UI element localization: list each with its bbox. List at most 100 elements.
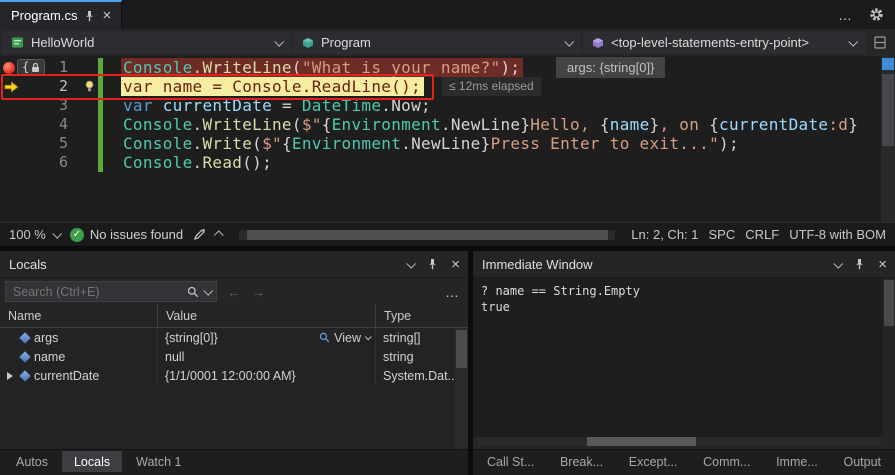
code-cleanup-icon[interactable] [193,228,206,241]
line-number: 3 [58,96,68,114]
code-text[interactable]: Console.Read(); [102,153,275,172]
code-line[interactable]: 2 var name = Console.ReadLine(); ≤ 12ms e… [0,77,895,96]
close-icon[interactable]: × [878,257,887,272]
issues-label: No issues found [89,227,184,242]
code-line[interactable]: 3 var currentDate = DateTime.Now; [0,96,895,115]
editor-horizontal-scrollbar[interactable] [239,229,616,240]
chevron-down-icon[interactable] [203,285,214,296]
code-text[interactable]: Console.WriteLine($"{Environment.NewLine… [102,115,861,134]
issues-indicator[interactable]: ✓ No issues found [69,227,184,242]
back-arrow-icon[interactable]: ← [227,284,241,300]
immediate-line: true [481,300,510,314]
change-tracking-margin [68,96,103,115]
breakpoint-margin[interactable] [0,77,44,96]
member-dropdown[interactable]: <top-level-statements-entry-point> [583,31,865,54]
immediate-header[interactable]: Immediate Window × [473,251,895,278]
editor-status-bar: 100 % ✓ No issues found Ln: 2, Ch: 1 SPC… [0,222,895,246]
tab-output[interactable]: Output [841,451,883,472]
split-window-icon[interactable] [867,31,893,54]
expand-arrow-icon[interactable] [4,371,16,380]
scrollbar-thumb[interactable] [882,74,894,146]
scrollbar-thumb[interactable] [456,330,467,368]
encoding-indicator[interactable]: UTF-8 with BOM [789,227,886,242]
immediate-panel: Immediate Window × ? name == String.Empt… [473,251,895,475]
immediate-line: ? name == String.Empty [481,284,640,298]
tab-immediate[interactable]: Imme... [774,451,820,472]
gear-icon[interactable] [869,7,884,22]
code-line[interactable]: 5 Console.Write($"{Environment.NewLine}P… [0,134,895,153]
tab-breakpoints[interactable]: Break... [558,451,605,472]
pin-icon[interactable] [84,10,95,22]
pin-icon[interactable] [427,258,438,270]
tab-program-cs[interactable]: Program.cs × [0,0,123,29]
vs-window: Program.cs × … HelloWorld Program <top-l… [0,0,895,475]
chevron-up-icon[interactable] [213,230,224,241]
table-row[interactable]: currentDate {1/1/0001 12:00:00 AM} Syste… [0,366,468,385]
chevron-down-icon [564,36,575,47]
variable-value: {1/1/0001 12:00:00 AM} [165,368,296,383]
locals-vertical-scrollbar[interactable] [455,328,468,449]
column-header-value[interactable]: Value [158,305,376,327]
table-row[interactable]: name null string [0,347,468,366]
immediate-horizontal-scrollbar[interactable] [478,437,881,446]
change-tracking-margin [68,58,103,77]
pin-icon[interactable] [854,258,865,270]
code-text[interactable]: Console.WriteLine("What is your name?"); [102,58,524,77]
tab-command[interactable]: Comm... [701,451,752,472]
breakpoint-margin[interactable]: { [0,58,46,77]
datatip-args[interactable]: args: {string[0]} [556,57,666,78]
code-line[interactable]: 6 Console.Read(); [0,153,895,172]
tab-exceptions[interactable]: Except... [627,451,680,472]
scrollbar-thumb[interactable] [884,280,894,326]
close-icon[interactable]: × [451,257,460,272]
class-icon [302,37,314,49]
code-line[interactable]: 4 Console.WriteLine($"{Environment.NewLi… [0,115,895,134]
column-header-type[interactable]: Type [376,305,468,327]
view-link[interactable]: View [319,331,372,345]
type-dropdown[interactable]: Program [293,31,581,54]
code-editor[interactable]: { 1 Console.WriteLine("What is your name… [0,56,895,222]
locals-header[interactable]: Locals × [0,251,468,278]
cursor-position[interactable]: Ln: 2, Ch: 1 [631,227,698,242]
window-position-icon[interactable] [406,258,417,269]
column-header-name[interactable]: Name [0,305,158,327]
current-statement-highlight[interactable]: var name = Console.ReadLine(); [121,77,424,96]
scrollbar-thumb[interactable] [246,229,608,240]
breakpoint-line-highlight[interactable]: Console.WriteLine("What is your name?"); [121,58,524,77]
close-tab-icon[interactable]: × [102,8,111,23]
tab-call-stack[interactable]: Call St... [485,451,536,472]
window-position-icon[interactable] [833,258,844,269]
zoom-control[interactable]: 100 % [9,227,63,242]
line-ending-indicator[interactable]: CRLF [745,227,779,242]
tab-overflow-icon[interactable]: … [838,7,853,23]
method-icon [592,37,604,49]
spaces-indicator[interactable]: SPC [709,227,736,242]
breakpoint-margin[interactable] [0,115,44,134]
immediate-vertical-scrollbar[interactable] [883,278,895,437]
tab-watch-1[interactable]: Watch 1 [124,451,193,472]
breakpoint-icon[interactable] [3,61,15,74]
code-text[interactable]: Console.Write($"{Environment.NewLine}Pre… [102,134,742,153]
tab-locals[interactable]: Locals [61,451,123,472]
breakpoint-margin[interactable] [0,96,44,115]
scrollbar-thumb[interactable] [586,437,696,446]
code-text[interactable]: var currentDate = DateTime.Now; [102,96,434,115]
editor-vertical-scrollbar[interactable] [881,56,895,222]
breakpoint-margin[interactable] [0,153,44,172]
project-dropdown[interactable]: HelloWorld [2,31,291,54]
immediate-tab-strip: Call St... Break... Except... Comm... Im… [473,449,895,475]
change-tracking-margin [68,134,103,153]
code-line[interactable]: { 1 Console.WriteLine("What is your name… [0,58,895,77]
tab-autos[interactable]: Autos [4,451,60,472]
search-icon[interactable] [187,286,199,298]
search-input[interactable] [13,284,182,299]
table-row[interactable]: args {string[0]} View string[] [0,328,468,347]
perf-tip[interactable]: ≤ 12ms elapsed [441,77,541,96]
lightbulb-icon[interactable] [84,80,95,93]
toolbar-overflow-icon[interactable]: … [445,284,460,300]
immediate-input-area[interactable]: ? name == String.Empty true [473,278,895,437]
code-text[interactable]: var name = Console.ReadLine(); ≤ 12ms ela… [102,77,541,96]
breakpoint-margin[interactable] [0,134,44,153]
forward-arrow-icon[interactable]: → [251,284,265,300]
search-box[interactable] [5,281,217,302]
